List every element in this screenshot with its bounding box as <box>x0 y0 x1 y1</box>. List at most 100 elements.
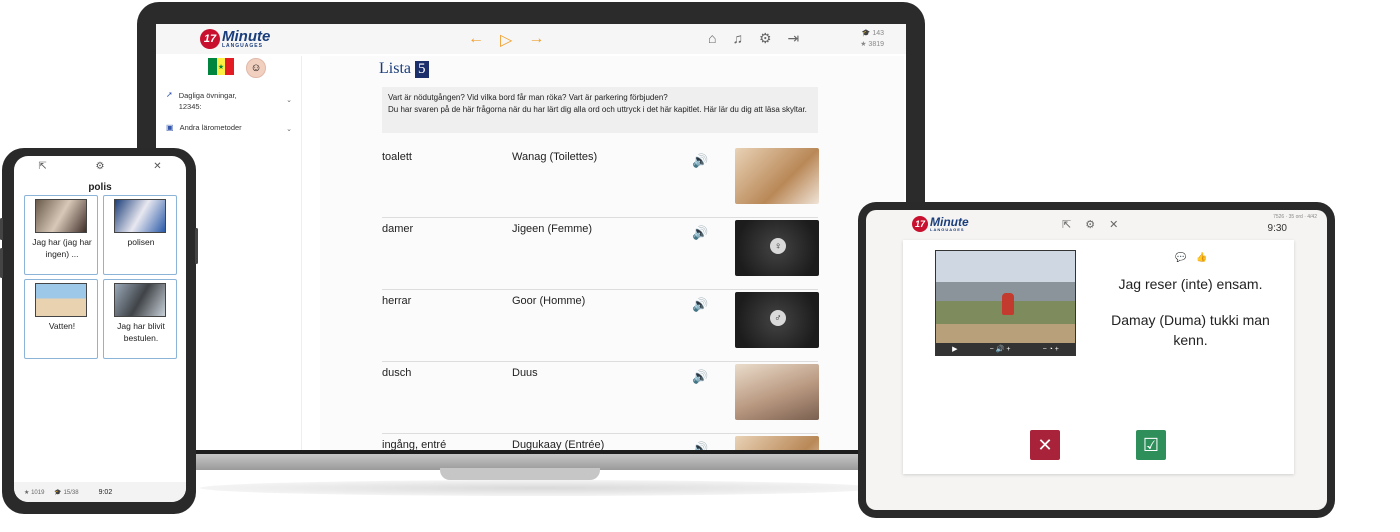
word-row: damer Jigeen (Femme) 🔊 ♀ <box>382 218 819 290</box>
stars-count: 1019 <box>31 489 45 496</box>
logo-sub: LANGUAGES <box>930 227 965 232</box>
wrong-button[interactable]: ✕ <box>1030 430 1060 460</box>
phone-topbar: ⇱ ⚙ ✕ <box>14 156 186 176</box>
chevron-down-icon[interactable]: ⌄ <box>286 96 292 104</box>
mute-icon[interactable]: ✕ <box>1109 218 1118 231</box>
laptop-shadow <box>200 480 880 496</box>
graduation-cap-icon: 🎓 <box>861 30 871 37</box>
word-translation: Jigeen (Femme) <box>512 223 593 235</box>
correct-button[interactable]: ☑ <box>1136 430 1166 460</box>
graduation-cap-icon: 🎓 <box>54 489 62 496</box>
volume-control[interactable]: − 🔊 + <box>990 345 1011 353</box>
phone-title: polis <box>88 182 112 193</box>
sidebar-item-label: Dagliga övningar, 12345: <box>178 91 237 111</box>
phone-stars: ★ 1019 <box>24 489 44 496</box>
word-translation: Dugukaay (Entrée) <box>512 439 605 450</box>
play-icon[interactable]: ▶ <box>952 345 957 353</box>
phone-bottombar: ★ 1019 🎓 15/38 9:02 <box>14 482 186 502</box>
speaker-icon[interactable]: 🔊 <box>692 369 708 385</box>
mute-icon[interactable]: ✕ <box>153 161 161 172</box>
lessons-stat: 🎓 143 <box>860 28 884 39</box>
speaker-icon[interactable]: 🔊 <box>692 441 708 450</box>
chevron-down-icon[interactable]: ⌄ <box>286 125 292 133</box>
info-line: Du har svaren på de här frågorna när du … <box>388 105 807 114</box>
speaker-icon[interactable]: 🔊 <box>692 297 708 313</box>
exit-icon[interactable]: ⇱ <box>1062 218 1071 231</box>
sentence-swedish: Jag reser (inte) ensam. <box>1118 276 1263 292</box>
speaker-icon[interactable]: 🔊 <box>692 153 708 169</box>
play-icon[interactable]: ▷ <box>500 30 512 50</box>
word-translation: Wanag (Toilettes) <box>512 151 598 163</box>
phone-time: 9:02 <box>98 488 113 496</box>
book-icon: ▣ <box>166 123 174 132</box>
gear-icon[interactable]: ⚙ <box>1085 218 1095 231</box>
logout-icon[interactable]: ⇥ <box>788 30 800 47</box>
women-sign-image: ♀ <box>735 220 819 276</box>
senegal-flag-icon[interactable]: ★ <box>208 58 235 75</box>
logo-text: Minute LANGUAGES <box>930 216 969 232</box>
laptop-notch <box>440 468 600 480</box>
music-icon[interactable]: ♫ <box>732 30 743 47</box>
video-controls: ▶ − 🔊 + − ◔ + <box>936 343 1075 355</box>
word-translation: Goor (Homme) <box>512 295 586 307</box>
top-icons: ⌂ ♫ ⚙ ⇥ <box>708 30 799 47</box>
stage: 17 Minute LANGUAGES ← ▷ → ⌂ ♫ ⚙ ⇥ 🎓 143 … <box>0 0 1400 532</box>
entrance-image <box>735 436 819 450</box>
phone-screen: ⇱ ⚙ ✕ polis Jag har (jag har ingen) ... … <box>14 156 186 502</box>
card-image <box>114 283 166 317</box>
stats: 🎓 143 ★ 3819 <box>860 28 884 50</box>
phone-card[interactable]: Jag har blivit bestulen. <box>103 279 177 359</box>
close-icon: ✕ <box>1037 434 1053 455</box>
shower-image <box>735 364 819 420</box>
video-player[interactable]: ▶ − 🔊 + − ◔ + <box>935 250 1076 356</box>
tablet-frame: 17 Minute LANGUAGES ⇱ ⚙ ✕ 7526 · 35 ord … <box>858 202 1335 518</box>
word-swedish: toalett <box>382 151 412 163</box>
home-icon[interactable]: ⌂ <box>708 30 716 47</box>
hiker-figure <box>1002 293 1014 315</box>
phone-side-button <box>0 218 3 240</box>
lista-label: Lista <box>379 60 411 77</box>
laptop-screen: 17 Minute LANGUAGES ← ▷ → ⌂ ♫ ⚙ ⇥ 🎓 143 … <box>156 24 906 450</box>
star-icon: ★ <box>24 489 30 496</box>
word-row: dusch Duus 🔊 <box>382 362 819 434</box>
phone-card[interactable]: Jag har (jag har ingen) ... <box>24 195 98 275</box>
comment-icon[interactable]: 💬 <box>1175 252 1186 263</box>
stars-stat: ★ 3819 <box>860 39 884 50</box>
phone-lessons: 🎓 15/38 <box>54 489 78 496</box>
logo-text: Minute LANGUAGES <box>222 29 270 49</box>
tablet-screen: 17 Minute LANGUAGES ⇱ ⚙ ✕ 7526 · 35 ord … <box>866 210 1327 510</box>
exit-icon[interactable]: ⇱ <box>38 161 46 172</box>
thumbs-up-icon[interactable]: 👍 <box>1196 252 1207 263</box>
logo-badge: 17 <box>912 216 928 232</box>
tablet-logo[interactable]: 17 Minute LANGUAGES <box>912 216 969 232</box>
avatar[interactable]: ☺ <box>246 58 266 78</box>
app-topbar: 17 Minute LANGUAGES ← ▷ → ⌂ ♫ ⚙ ⇥ 🎓 143 … <box>156 24 906 54</box>
gear-icon[interactable]: ⚙ <box>759 30 772 47</box>
gear-icon[interactable]: ⚙ <box>96 161 105 172</box>
forward-arrow-icon[interactable]: → <box>528 30 544 50</box>
word-row: toalett Wanag (Toilettes) 🔊 <box>382 146 819 218</box>
phone-card[interactable]: Vatten! <box>24 279 98 359</box>
feedback-icons: 💬 👍 <box>1175 252 1207 263</box>
word-row: ingång, entré Dugukaay (Entrée) 🔊 <box>382 434 819 450</box>
speaker-icon[interactable]: 🔊 <box>692 225 708 241</box>
info-box: Vart är nödutgången? Vid vilka bord får … <box>382 87 818 133</box>
lessons-count: 15/38 <box>63 489 79 496</box>
tablet-time: 9:30 <box>1267 223 1287 234</box>
logo[interactable]: 17 Minute LANGUAGES <box>200 29 270 49</box>
flag-stripe: ★ <box>216 58 226 75</box>
phone-card[interactable]: polisen <box>103 195 177 275</box>
star-icon: ★ <box>860 41 867 48</box>
sidebar-item-daily[interactable]: ➚ Dagliga övningar, 12345: ⌄ <box>166 90 292 112</box>
sidebar-item-other-methods[interactable]: ▣ Andra lärometoder ⌄ <box>166 123 292 133</box>
sentence-translation: Damay (Duma) tukki man kenn. <box>1111 312 1270 348</box>
back-arrow-icon[interactable]: ← <box>468 30 484 50</box>
men-sign-image: ♂ <box>735 292 819 348</box>
word-swedish: herrar <box>382 295 412 307</box>
lessons-count: 143 <box>872 30 884 37</box>
lista-number: 5 <box>415 60 429 78</box>
page-title: Lista 5 <box>379 60 429 78</box>
toilet-image <box>735 148 819 204</box>
speed-control[interactable]: − ◔ + <box>1043 346 1059 353</box>
card-image <box>35 283 87 317</box>
